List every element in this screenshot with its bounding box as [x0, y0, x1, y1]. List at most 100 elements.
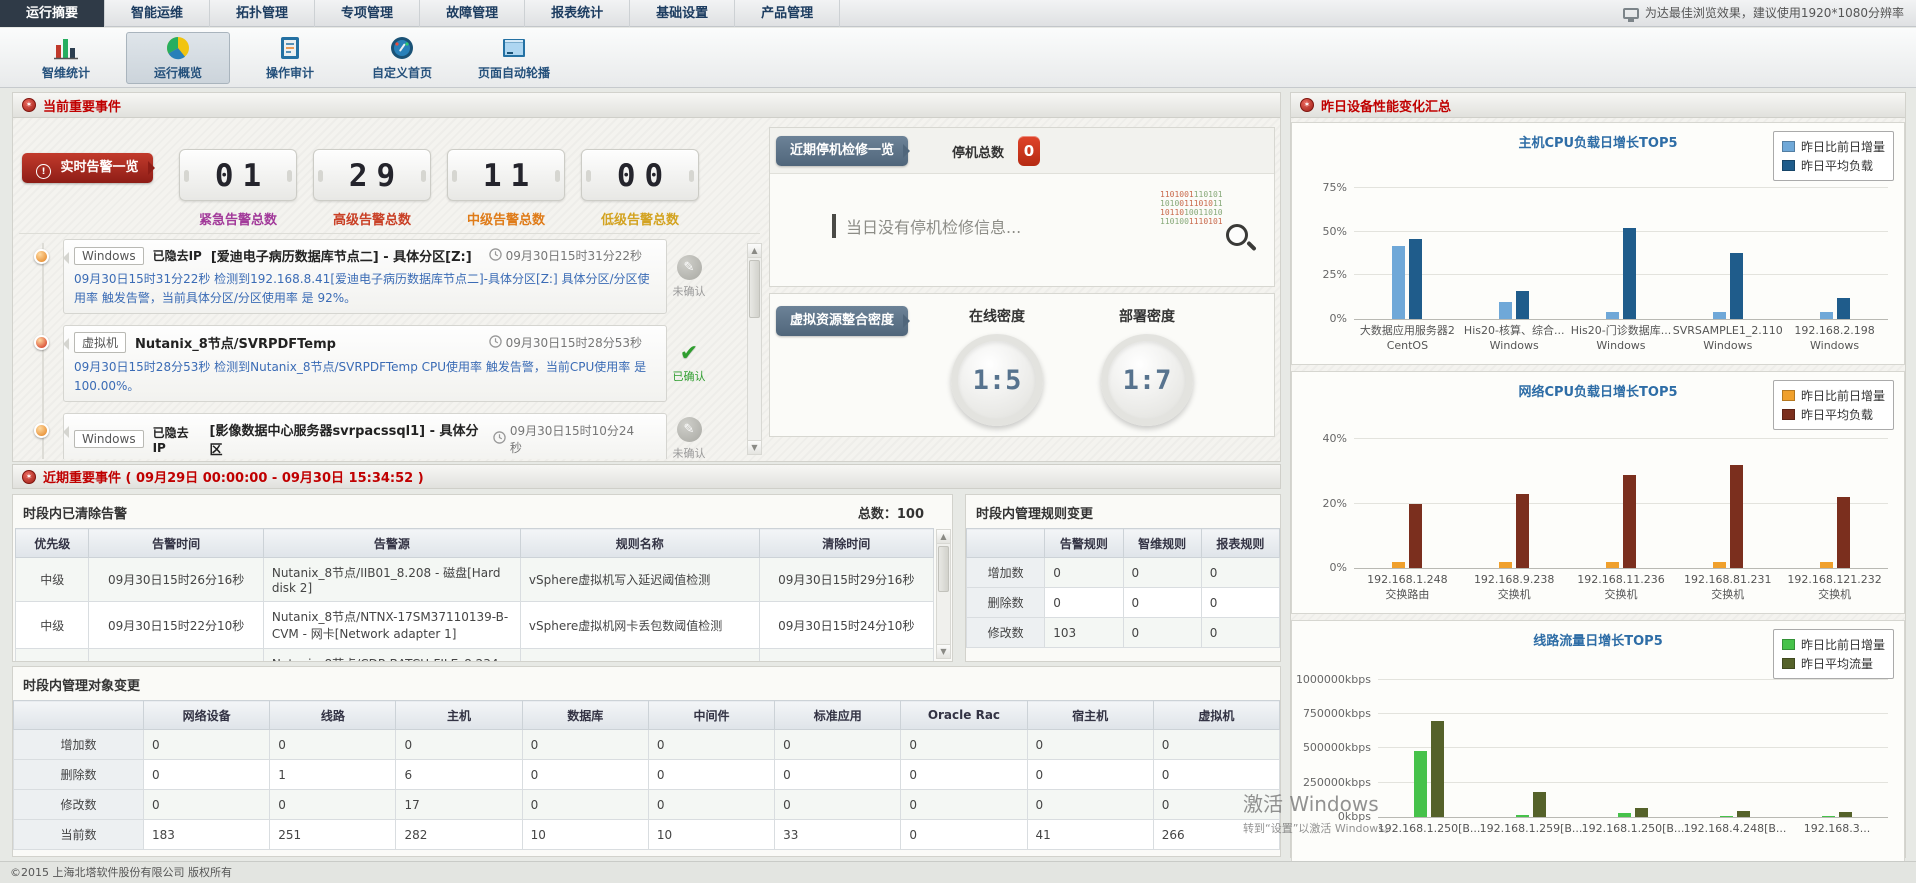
table-row: 修改数10300 — [967, 618, 1280, 648]
table-row: 中级09月30日15时26分16秒Nutanix_8节点/IIB01_8.208… — [16, 558, 934, 602]
cell[interactable]: 103 — [1045, 618, 1123, 648]
nav-tab-专项管理[interactable]: 专项管理 — [315, 0, 420, 27]
counter-label: 中级告警总数 — [447, 209, 565, 228]
column-header-线路: 线路 — [270, 701, 396, 730]
y-axis-tick-label: 50% — [1323, 225, 1347, 238]
counter-value: 11 — [448, 150, 564, 202]
audit-clipboard-icon — [277, 35, 303, 61]
bar — [1623, 475, 1636, 568]
cell[interactable]: 1 — [270, 760, 396, 790]
realtime-alarm-label: 实时告警一览 — [61, 160, 139, 175]
panel-badge-icon: ✶ — [22, 470, 36, 484]
realtime-alarm-ribbon[interactable]: ! 实时告警一览 — [22, 153, 153, 183]
recent-events-header: ✶ 近期重要事件 ( 09月29日 00:00:00 - 09月30日 15:3… — [12, 464, 1281, 489]
nav-tab-拓扑管理[interactable]: 拓扑管理 — [210, 0, 315, 27]
column-header-Oracle Rac: Oracle Rac — [901, 701, 1027, 730]
counter-value: 01 — [180, 150, 296, 202]
cell: 09月30日15时22分10秒 — [89, 602, 263, 649]
bar — [1623, 228, 1636, 319]
confirm-status[interactable]: ✔已确认 — [667, 325, 711, 402]
clock-icon — [489, 335, 502, 351]
toolbar-item-操作审计[interactable]: 操作审计 — [238, 32, 342, 84]
cleared-alarms-panel: 时段内已清除告警 总数：100 优先级告警时间告警源规则名称清除时间中级09月3… — [12, 494, 953, 662]
cell: 0 — [1153, 730, 1279, 760]
cell: 0 — [270, 790, 396, 820]
cell: vSphere虚拟机网卡丢包数阈值检测 — [520, 602, 759, 649]
column-header-告警时间: 告警时间 — [89, 529, 263, 558]
bar — [1516, 494, 1529, 568]
row-label: 删除数 — [14, 760, 144, 790]
unconfirm-button[interactable]: ✎未确认 — [667, 413, 711, 459]
alert-card[interactable]: Windows已隐去IP[影像数据中心服务器svrpacssql1] - 具体分… — [63, 413, 667, 459]
cell: 0 — [901, 790, 1027, 820]
counter-label: 低级告警总数 — [581, 209, 699, 228]
cell: 中级 — [16, 602, 89, 649]
bar-group-1: 192.168.1.259[B... — [1480, 669, 1582, 817]
cleared-total: 总数：100 — [858, 503, 924, 522]
scroll-down-icon[interactable]: ▼ — [937, 644, 950, 658]
nav-tab-运行摘要[interactable]: 运行摘要 — [0, 0, 105, 27]
alert-card[interactable]: Windows已隐去IP[爱迪电子病历数据库节点二] - 具体分区[Z:]09月… — [63, 239, 667, 314]
cell: 0 — [1027, 760, 1153, 790]
alert-item-0: Windows已隐去IP[爱迪电子病历数据库节点二] - 具体分区[Z:]09月… — [63, 239, 711, 314]
nav-tab-产品管理[interactable]: 产品管理 — [735, 0, 840, 27]
scroll-up-icon[interactable]: ▲ — [937, 530, 950, 544]
alert-card[interactable]: 虚拟机Nutanix_8节点/SVRPDFTemp09月30日15时28分53秒… — [63, 325, 667, 402]
alarm-counter-3: 00 — [581, 149, 699, 201]
bar — [1635, 808, 1648, 817]
bar — [1606, 312, 1619, 319]
bar-group-2: His20-门诊数据库...Windows — [1568, 171, 1675, 319]
severity-dot — [34, 249, 49, 264]
cell: 0 — [1123, 588, 1201, 618]
cell: 中级 — [16, 558, 89, 602]
alert-timestamp: 09月30日15时31分22秒 — [506, 247, 642, 264]
nav-tab-报表统计[interactable]: 报表统计 — [525, 0, 630, 27]
density-ribbon[interactable]: 虚拟资源整合密度 — [776, 306, 908, 336]
bar — [1516, 291, 1529, 319]
bar-group-4: 192.168.121.232交换机 — [1781, 420, 1888, 568]
cell[interactable]: 17 — [396, 790, 522, 820]
cell: 0 — [775, 730, 901, 760]
density-ribbon-label: 虚拟资源整合密度 — [790, 313, 894, 328]
toolbar: 智维统计运行概览操作审计自定义首页 页面自动轮播 — [0, 28, 1916, 88]
legend-label: 昨日平均负载 — [1801, 157, 1873, 174]
toolbar-item-页面自动轮播[interactable]: 页面自动轮播 — [462, 32, 566, 84]
downtime-ribbon[interactable]: 近期停机检修一览 — [776, 136, 908, 166]
panel-badge-icon: ✶ — [1300, 98, 1314, 112]
unconfirm-button[interactable]: ✎未确认 — [667, 239, 711, 314]
monitor-icon — [1623, 8, 1639, 19]
nav-tab-智能运维[interactable]: 智能运维 — [105, 0, 210, 27]
toolbar-item-智维统计[interactable]: 智维统计 — [14, 32, 118, 84]
cell: 0 — [648, 730, 774, 760]
magnifier-icon — [1226, 224, 1248, 246]
bar — [1414, 751, 1427, 817]
alert-type-badge: 虚拟机 — [74, 332, 126, 353]
nav-tab-故障管理[interactable]: 故障管理 — [420, 0, 525, 27]
legend-swatch — [1782, 409, 1795, 420]
alert-time: 09月30日15时10分24秒 — [493, 422, 656, 456]
toolbar-item-运行概览[interactable]: 运行概览 — [126, 32, 230, 84]
cleared-scrollbar[interactable]: ▲ ▼ — [936, 529, 951, 659]
row-label: 修改数 — [14, 790, 144, 820]
resolution-hint: 为达最佳浏览效果，建议使用1920*1080分辨率 — [1623, 0, 1904, 27]
legend-entry: 昨日比前日增量 — [1782, 636, 1885, 653]
scrollbar-thumb[interactable] — [749, 260, 760, 318]
column-header-优先级: 优先级 — [16, 529, 89, 558]
legend-entry: 昨日比前日增量 — [1782, 138, 1885, 155]
legend-swatch — [1782, 141, 1795, 152]
alert-type-badge: Windows — [74, 430, 144, 448]
online-density-value: 1:5 — [973, 365, 1022, 396]
nav-tab-基础设置[interactable]: 基础设置 — [630, 0, 735, 27]
scroll-up-icon[interactable]: ▲ — [748, 244, 761, 258]
toolbar-item-自定义首页[interactable]: 自定义首页 — [350, 32, 454, 84]
cell[interactable]: 6 — [396, 760, 522, 790]
scrollbar-thumb[interactable] — [938, 546, 949, 592]
cell: 266 — [1153, 820, 1279, 850]
scroll-down-icon[interactable]: ▼ — [748, 440, 761, 454]
rule-changes-title: 时段内管理规则变更 — [966, 495, 1280, 528]
alert-scrollbar[interactable]: ▲ ▼ — [747, 243, 762, 455]
row-label: 增加数 — [14, 730, 144, 760]
alert-title-row: Windows已隐去IP[影像数据中心服务器svrpacssql1] - 具体分… — [74, 420, 656, 458]
toolbar-item-label: 页面自动轮播 — [478, 64, 550, 81]
toolbar-item-label: 自定义首页 — [372, 64, 432, 81]
